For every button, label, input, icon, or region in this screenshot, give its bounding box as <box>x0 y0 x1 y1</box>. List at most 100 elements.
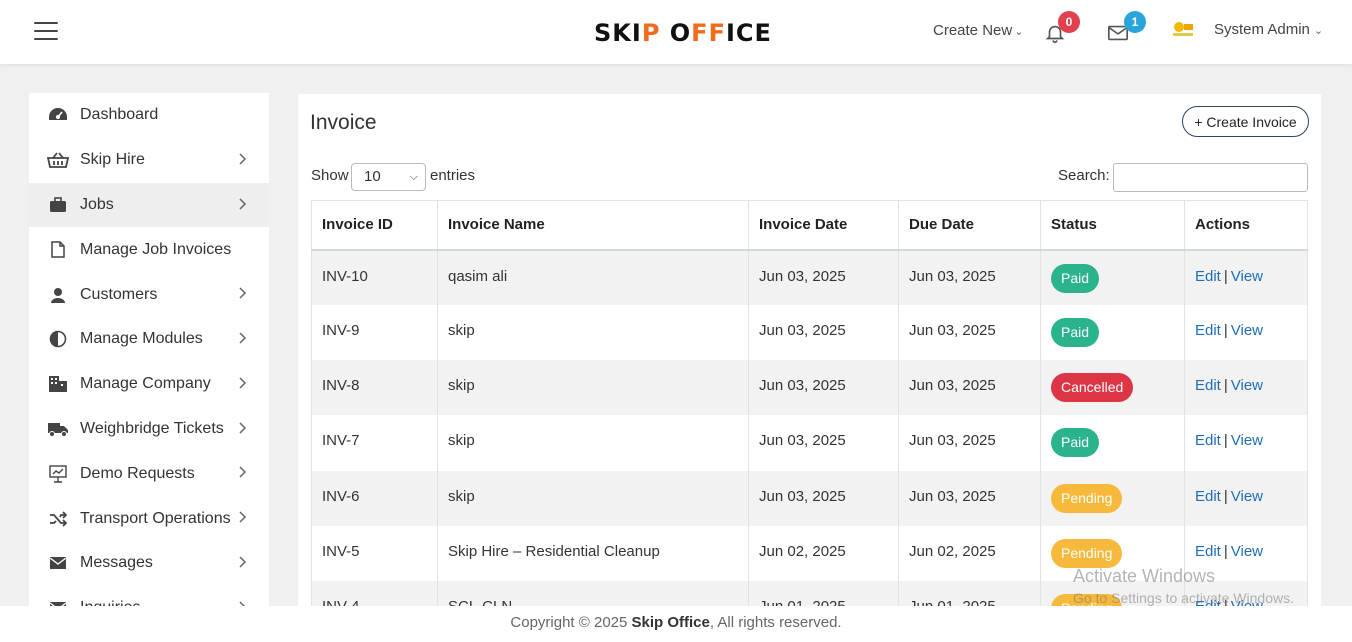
cell-invoice-name: SCL-CLN <box>437 581 749 608</box>
cell-invoice-id: INV-6 <box>311 470 438 526</box>
entries-select[interactable]: 10 ⌵ <box>351 163 426 191</box>
invoice-card: Invoice + Create Invoice Show 10 ⌵ entrie… <box>298 94 1321 608</box>
cell-invoice-id: INV-4 <box>311 581 438 608</box>
view-link[interactable]: View <box>1231 377 1263 394</box>
column-header-invoice-id[interactable]: Invoice ID <box>311 200 438 251</box>
chevron-right-icon <box>239 377 247 389</box>
file-icon <box>47 240 69 260</box>
message-badge: 1 <box>1124 11 1146 33</box>
create-invoice-button[interactable]: + Create Invoice <box>1182 106 1309 137</box>
sidebar-item-customers[interactable]: Customers <box>29 272 269 317</box>
avatar[interactable] <box>1170 18 1196 40</box>
chevron-right-icon <box>239 153 247 165</box>
invoice-table: Invoice ID Invoice Name Invoice Date Due… <box>311 200 1308 608</box>
user-menu[interactable]: System Admin ⌄ <box>1214 21 1323 38</box>
action-separator: | <box>1223 542 1228 560</box>
view-link[interactable]: View <box>1231 543 1263 560</box>
chevron-right-icon <box>239 198 247 210</box>
sidebar-item-label: Transport Operations <box>80 509 231 527</box>
truck-icon <box>47 419 69 439</box>
chevron-right-icon <box>239 511 247 523</box>
entries-label: entries <box>430 167 476 184</box>
half-circle-icon <box>47 329 69 349</box>
cell-invoice-date: Jun 03, 2025 <box>748 360 899 416</box>
cell-invoice-id: INV-9 <box>311 304 438 361</box>
table-header-row: Invoice ID Invoice Name Invoice Date Due… <box>311 200 1308 251</box>
status-badge: Cancelled <box>1051 373 1134 403</box>
edit-link[interactable]: Edit <box>1195 377 1221 394</box>
footer-brand: Skip Office <box>631 614 710 631</box>
view-link[interactable]: View <box>1231 322 1263 339</box>
view-link[interactable]: View <box>1231 432 1263 449</box>
sidebar: Dashboard Skip Hire Jobs Manage Job Invo… <box>29 93 269 608</box>
action-separator: | <box>1223 321 1228 339</box>
sidebar-item-manage-modules[interactable]: Manage Modules <box>29 317 269 362</box>
windows-watermark-subtitle: Go to Settings to activate Windows. <box>1073 590 1294 606</box>
column-header-invoice-name[interactable]: Invoice Name <box>437 200 749 251</box>
edit-link[interactable]: Edit <box>1195 488 1221 505</box>
sidebar-item-inquiries[interactable]: Inquiries <box>29 586 269 608</box>
create-new-dropdown[interactable]: Create New ⌄ <box>933 22 1023 39</box>
column-header-actions: Actions <box>1184 200 1308 251</box>
page-title: Invoice <box>310 111 377 134</box>
chevron-right-icon <box>239 556 247 568</box>
cell-due-date: Jun 03, 2025 <box>898 360 1041 416</box>
cell-invoice-id: INV-5 <box>311 525 438 582</box>
windows-watermark-title: Activate Windows <box>1073 566 1216 586</box>
cell-due-date: Jun 03, 2025 <box>898 304 1041 361</box>
cell-status: Cancelled <box>1040 360 1185 416</box>
column-header-status[interactable]: Status <box>1040 200 1185 251</box>
sidebar-item-label: Skip Hire <box>80 151 145 169</box>
edit-link[interactable]: Edit <box>1195 322 1221 339</box>
sidebar-item-label: Jobs <box>80 195 114 213</box>
sidebar-item-label: Demo Requests <box>80 464 195 482</box>
cell-status: Pending <box>1040 470 1185 526</box>
cell-invoice-id: INV-10 <box>311 249 438 305</box>
chevron-right-icon <box>239 466 247 478</box>
column-header-due-date[interactable]: Due Date <box>898 200 1041 251</box>
basket-icon <box>47 150 69 170</box>
sidebar-item-label: Manage Company <box>80 375 211 393</box>
cell-actions: Edit | View <box>1184 470 1308 526</box>
status-badge: Paid <box>1051 317 1100 347</box>
sidebar-item-dashboard[interactable]: Dashboard <box>29 93 269 138</box>
search-label: Search: <box>1058 167 1110 184</box>
edit-link[interactable]: Edit <box>1195 543 1221 560</box>
sidebar-item-label: Customers <box>80 285 158 303</box>
sidebar-item-transport-operations[interactable]: Transport Operations <box>29 496 269 541</box>
view-link[interactable]: View <box>1231 488 1263 505</box>
dashboard-icon <box>47 105 69 125</box>
app-logo[interactable]: SKIP OFFICE <box>594 19 772 47</box>
sidebar-item-manage-job-invoices[interactable]: Manage Job Invoices <box>29 227 269 272</box>
cell-invoice-name: Skip Hire – Residential Cleanup <box>437 525 749 582</box>
sidebar-item-skip-hire[interactable]: Skip Hire <box>29 138 269 183</box>
status-badge: Pending <box>1051 483 1123 513</box>
sidebar-item-label: Messages <box>80 554 153 572</box>
action-separator: | <box>1223 377 1228 395</box>
sidebar-item-manage-company[interactable]: Manage Company <box>29 362 269 407</box>
sidebar-item-messages[interactable]: Messages <box>29 541 269 586</box>
action-separator: | <box>1223 432 1228 450</box>
cell-status: Paid <box>1040 304 1185 361</box>
cell-invoice-date: Jun 02, 2025 <box>748 525 899 582</box>
sidebar-item-jobs[interactable]: Jobs <box>29 182 269 228</box>
search-input[interactable] <box>1113 163 1308 192</box>
sidebar-item-demo-requests[interactable]: Demo Requests <box>29 451 269 496</box>
edit-link[interactable]: Edit <box>1195 432 1221 449</box>
table-row: INV-8 skip Jun 03, 2025 Jun 03, 2025 Cancell… <box>311 360 1308 416</box>
hamburger-icon[interactable] <box>34 22 58 42</box>
cell-due-date: Jun 03, 2025 <box>898 249 1041 305</box>
cell-invoice-date: Jun 03, 2025 <box>748 470 899 526</box>
sidebar-item-weighbridge-tickets[interactable]: Weighbridge Tickets <box>29 407 269 452</box>
cell-status: Paid <box>1040 249 1185 305</box>
chevron-down-icon: ⌄ <box>1014 26 1024 38</box>
edit-link[interactable]: Edit <box>1195 268 1221 285</box>
cell-due-date: Jun 01, 2025 <box>898 581 1041 608</box>
status-badge: Paid <box>1051 428 1100 458</box>
column-header-invoice-date[interactable]: Invoice Date <box>748 200 899 251</box>
cell-due-date: Jun 03, 2025 <box>898 415 1041 471</box>
view-link[interactable]: View <box>1231 268 1263 285</box>
footer: Copyright © 2025 Skip Office, All rights… <box>0 606 1352 642</box>
cell-invoice-name: skip <box>437 415 749 471</box>
cell-status: Paid <box>1040 415 1185 471</box>
